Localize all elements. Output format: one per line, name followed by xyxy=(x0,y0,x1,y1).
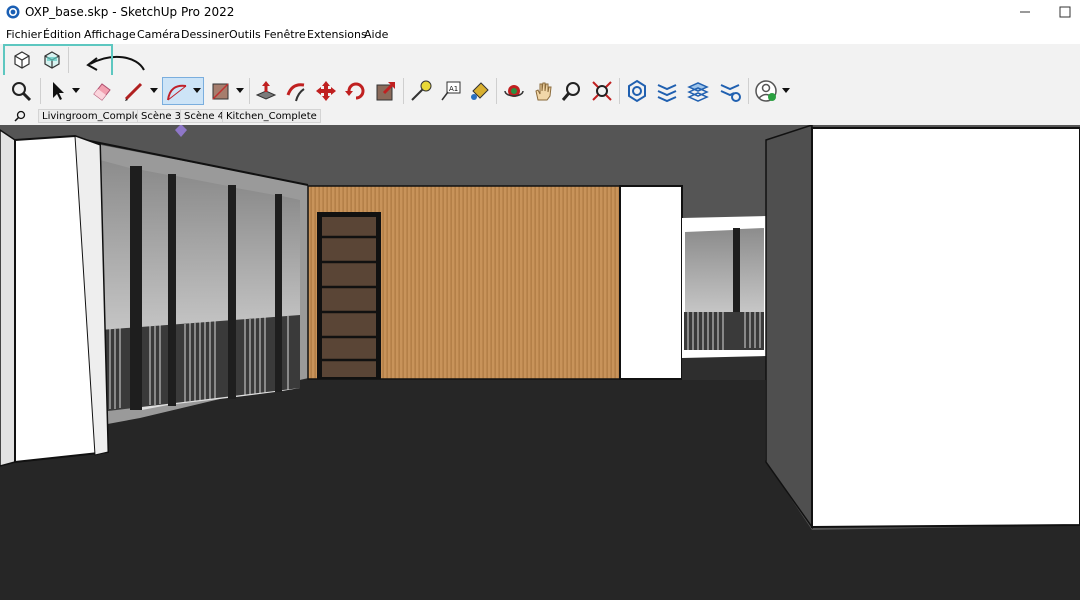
tape-measure-icon[interactable] xyxy=(409,79,433,103)
scene-tab-kitchen[interactable]: Kitchen_Complete xyxy=(222,109,321,123)
right-dark-wall xyxy=(765,125,813,530)
main-toolbar: A1 xyxy=(0,75,1080,109)
extension-warehouse-icon[interactable] xyxy=(655,79,679,103)
pan-hand-icon[interactable] xyxy=(531,79,555,103)
menu-extensions[interactable]: Extensions xyxy=(307,28,367,41)
profile-icon[interactable] xyxy=(754,79,778,103)
middle-white-column xyxy=(619,185,683,380)
chevron-down-icon[interactable] xyxy=(782,88,790,94)
scene-tab-scene3[interactable]: Scène 3 xyxy=(137,109,186,123)
scale-icon[interactable] xyxy=(374,79,398,103)
minimize-icon[interactable] xyxy=(1014,1,1036,23)
paint-bucket-icon[interactable] xyxy=(468,79,492,103)
menu-bar: Fichier Édition Affichage Caméra Dessine… xyxy=(0,26,1080,44)
right-white-wall xyxy=(811,127,1080,529)
chevron-down-icon[interactable] xyxy=(72,88,80,94)
follow-me-icon[interactable] xyxy=(284,79,308,103)
warehouse-icon[interactable] xyxy=(625,79,649,103)
svg-text:A1: A1 xyxy=(449,85,458,93)
menu-outils[interactable]: Outils xyxy=(229,28,261,41)
select-arrow-icon[interactable] xyxy=(46,79,70,103)
toolbar-separator xyxy=(403,78,404,104)
arc-tool-active[interactable] xyxy=(162,77,204,105)
toolbar-separator xyxy=(619,78,620,104)
rectangle-icon[interactable] xyxy=(209,79,233,103)
menu-dessiner[interactable]: Dessiner xyxy=(181,28,229,41)
menu-fichier[interactable]: Fichier xyxy=(6,28,42,41)
scene-tab-scene4[interactable]: Scène 4 xyxy=(180,109,229,123)
toolbar-separator xyxy=(496,78,497,104)
arc-icon xyxy=(167,84,187,101)
toolbar-separator xyxy=(40,78,41,104)
rotate-icon[interactable] xyxy=(344,79,368,103)
menu-affichage[interactable]: Affichage xyxy=(84,28,136,41)
zoom-icon[interactable] xyxy=(560,79,584,103)
menu-camera[interactable]: Caméra xyxy=(137,28,180,41)
toolbar-separator xyxy=(249,78,250,104)
left-edge-column xyxy=(0,129,16,467)
search-icon[interactable] xyxy=(14,110,26,122)
left-window-panes xyxy=(100,160,300,412)
zoom-extents-icon[interactable] xyxy=(9,79,33,103)
chevron-down-icon[interactable] xyxy=(150,88,158,94)
push-pull-icon[interactable] xyxy=(254,79,278,103)
menu-edition[interactable]: Édition xyxy=(43,28,81,41)
zoom-extents-red-icon[interactable] xyxy=(590,79,614,103)
scenes-bar: Livingroom_Complete Scène 3 Scène 4 Kitc… xyxy=(0,108,1080,125)
toolbar-separator xyxy=(748,78,749,104)
text-icon[interactable]: A1 xyxy=(439,79,463,103)
move-icon[interactable] xyxy=(314,79,338,103)
menu-fenetre[interactable]: Fenêtre xyxy=(264,28,306,41)
title-bar: OXP_base.skp - SketchUp Pro 2022 xyxy=(0,0,1080,26)
chevron-down-icon[interactable] xyxy=(236,88,244,94)
chevron-down-icon xyxy=(193,88,201,93)
pencil-line-icon[interactable] xyxy=(122,79,146,103)
maximize-icon[interactable] xyxy=(1054,1,1076,23)
bookcase xyxy=(317,212,381,379)
sketchup-app-icon xyxy=(6,5,20,19)
extension-manager-icon[interactable] xyxy=(718,79,742,103)
menu-aide[interactable]: Aide xyxy=(364,28,388,41)
right-floor-strip xyxy=(682,356,766,380)
window-title: OXP_base.skp - SketchUp Pro 2022 xyxy=(25,5,235,19)
oxp-toolbar xyxy=(0,44,1080,75)
eraser-icon[interactable] xyxy=(90,79,114,103)
right-balcony-railing xyxy=(684,312,764,350)
orbit-icon[interactable] xyxy=(502,79,526,103)
model-viewport[interactable] xyxy=(0,125,1080,600)
layout-icon[interactable] xyxy=(686,79,710,103)
